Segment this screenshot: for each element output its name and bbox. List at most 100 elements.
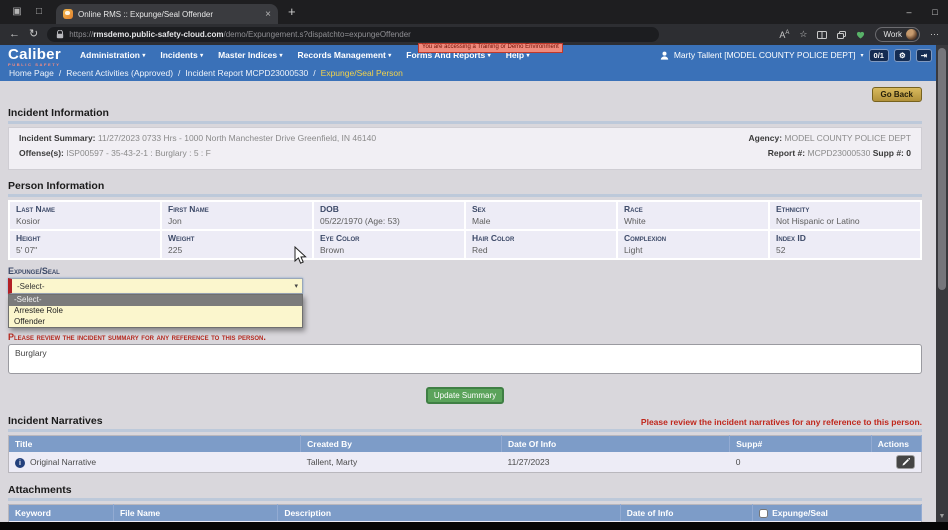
option-offender[interactable]: Offender [9, 317, 302, 328]
field-label: Ethnicity [776, 204, 914, 214]
incident-information-title: Incident Information [8, 103, 922, 124]
narratives-warning: Please review the incident narratives fo… [641, 417, 922, 427]
update-summary-row: Update Summary [8, 385, 922, 404]
agency-label: Agency: [748, 133, 782, 143]
narrative-title: Original Narrative [30, 457, 96, 467]
field-label: Sex [472, 204, 610, 214]
table-row: iOriginal Narrative Tallent, Marty 11/27… [9, 452, 922, 473]
menu-master-indices[interactable]: Master Indices ▾ [218, 50, 282, 60]
browser-essentials-icon[interactable] [856, 31, 865, 39]
field-value: Not Hispanic or Latino [776, 216, 914, 226]
column-date-of-info: Date Of Info [502, 436, 730, 453]
breadcrumb-recent-activities[interactable]: Recent Activities (Approved) [66, 68, 173, 78]
field-value: Kosior [16, 216, 154, 226]
tab-search-icon[interactable]: □ [30, 0, 48, 24]
menu-label: Incidents [160, 50, 197, 60]
logo-title: Caliber [8, 47, 61, 62]
scrollbar-thumb[interactable] [938, 48, 946, 290]
lock-icon [56, 30, 64, 39]
expunge-seal-dropdown-list: -Select- Arrestee Role Offender [8, 294, 303, 328]
maximize-button[interactable]: □ [922, 7, 948, 17]
option-arrestee-role[interactable]: Arrestee Role [9, 306, 302, 317]
column-created-by: Created By [301, 436, 502, 453]
breadcrumb-incident-report[interactable]: Incident Report MCPD23000530 [185, 68, 308, 78]
person-cell: Weight225 [161, 230, 313, 259]
summary-warning: Please review the incident summary for a… [8, 332, 922, 342]
menu-administration[interactable]: Administration ▾ [80, 50, 145, 60]
incident-narratives-table: Title Created By Date Of Info Supp# Acti… [8, 435, 922, 473]
reader-mode-icon[interactable]: AA [779, 30, 789, 40]
narrative-supp: 0 [730, 452, 872, 473]
caliber-logo[interactable]: Caliber PUBLIC SAFETY [8, 47, 61, 67]
info-icon[interactable]: i [15, 458, 25, 468]
more-menu-icon[interactable]: ⋯ [930, 29, 939, 40]
new-tab-button[interactable]: + [288, 0, 296, 24]
browser-titlebar: ▣ □ Online RMS :: Expunge/Seal Offender … [0, 0, 948, 24]
offense-line: Offense(s): ISP00597 - 35-43-2-1 : Burgl… [19, 148, 376, 158]
chevron-down-icon: ▾ [488, 53, 491, 59]
minimize-button[interactable]: – [896, 7, 922, 17]
browser-tab[interactable]: Online RMS :: Expunge/Seal Offender × [56, 4, 278, 24]
go-back-button[interactable]: Go Back [872, 87, 922, 102]
breadcrumb-current: Expunge/Seal Person [321, 68, 403, 78]
menu-label: Records Management [298, 50, 386, 60]
field-label: Index ID [776, 233, 914, 243]
user-menu[interactable]: Marty Tallent [MODEL COUNTY POLICE DEPT] [674, 50, 856, 60]
chevron-down-icon: ▾ [200, 53, 203, 59]
address-bar[interactable]: https://rmsdemo.public-safety-cloud.com/… [47, 27, 659, 42]
update-summary-button[interactable]: Update Summary [426, 387, 504, 404]
page-scrollbar[interactable]: ▼ [936, 45, 948, 522]
go-back-row: Go Back [8, 87, 922, 102]
menu-incidents[interactable]: Incidents ▾ [160, 50, 203, 60]
tab-close-icon[interactable]: × [265, 9, 271, 20]
profile-avatar [906, 29, 917, 40]
field-label: Hair Color [472, 233, 610, 243]
profile-button[interactable]: Work [875, 27, 920, 42]
expunge-seal-all-checkbox[interactable] [759, 509, 768, 518]
back-icon[interactable]: ← [9, 24, 20, 45]
settings-gear-button[interactable]: ⚙ [894, 49, 911, 62]
refresh-icon[interactable]: ↻ [29, 24, 38, 45]
person-information-table: Last NameKosior First NameJon DOB05/22/1… [8, 200, 922, 260]
split-screen-icon[interactable] [817, 31, 827, 39]
person-cell: ComplexionLight [617, 230, 769, 259]
field-value: Brown [320, 245, 458, 255]
url-domain: rmsdemo.public-safety-cloud.com [93, 30, 223, 39]
column-description: Description [278, 505, 620, 522]
breadcrumb-separator: / [59, 68, 61, 78]
field-value: Light [624, 245, 762, 255]
incident-info-left: Incident Summary: 11/27/2023 0733 Hrs - … [19, 133, 376, 163]
field-label: First Name [168, 204, 306, 214]
workspaces-icon[interactable]: ▣ [8, 0, 26, 24]
narrative-title-cell: i Original Narrative [9, 452, 301, 473]
person-cell: First NameJon [161, 201, 313, 230]
breadcrumb-separator: / [178, 68, 180, 78]
column-date-of-info: Date of Info [620, 505, 752, 522]
logout-button[interactable]: ⇥ [916, 49, 932, 62]
favorites-star-icon[interactable]: ☆ [799, 29, 807, 40]
narrative-created-by: Tallent, Marty [301, 452, 502, 473]
logo-subtitle: PUBLIC SAFETY [8, 63, 61, 67]
incident-narratives-header: Incident Narratives Please review the in… [8, 411, 922, 432]
collections-icon[interactable] [837, 31, 846, 39]
edit-narrative-button[interactable] [896, 455, 915, 469]
incident-info-right: Agency: MODEL COUNTY POLICE DEPT Report … [748, 133, 911, 163]
option-select[interactable]: -Select- [9, 295, 302, 306]
expunge-seal-label: Expunge/Seal [8, 266, 922, 276]
incident-summary-textarea[interactable]: Burglary [8, 344, 922, 374]
chevron-down-icon: ▾ [280, 53, 283, 59]
scrollbar-down-arrow-icon[interactable]: ▼ [936, 513, 948, 520]
field-label: Height [16, 233, 154, 243]
field-label: Weight [168, 233, 306, 243]
breadcrumb-home[interactable]: Home Page [9, 68, 54, 78]
chevron-down-icon: ▾ [861, 52, 864, 59]
expunge-seal-select[interactable]: -Select- ▾ [8, 278, 303, 294]
narratives-header-row: Title Created By Date Of Info Supp# Acti… [9, 436, 922, 453]
user-area: Marty Tallent [MODEL COUNTY POLICE DEPT]… [660, 49, 948, 62]
field-value: 05/22/1970 (Age: 53) [320, 216, 458, 226]
user-icon [660, 51, 669, 60]
report-number-value: MCPD23000530 [807, 148, 870, 158]
menu-records-management[interactable]: Records Management ▾ [298, 50, 392, 60]
url-path: /demo/Expungement.s?dispatchto=expungeOf… [223, 30, 410, 39]
bottom-black-bar [0, 522, 948, 530]
